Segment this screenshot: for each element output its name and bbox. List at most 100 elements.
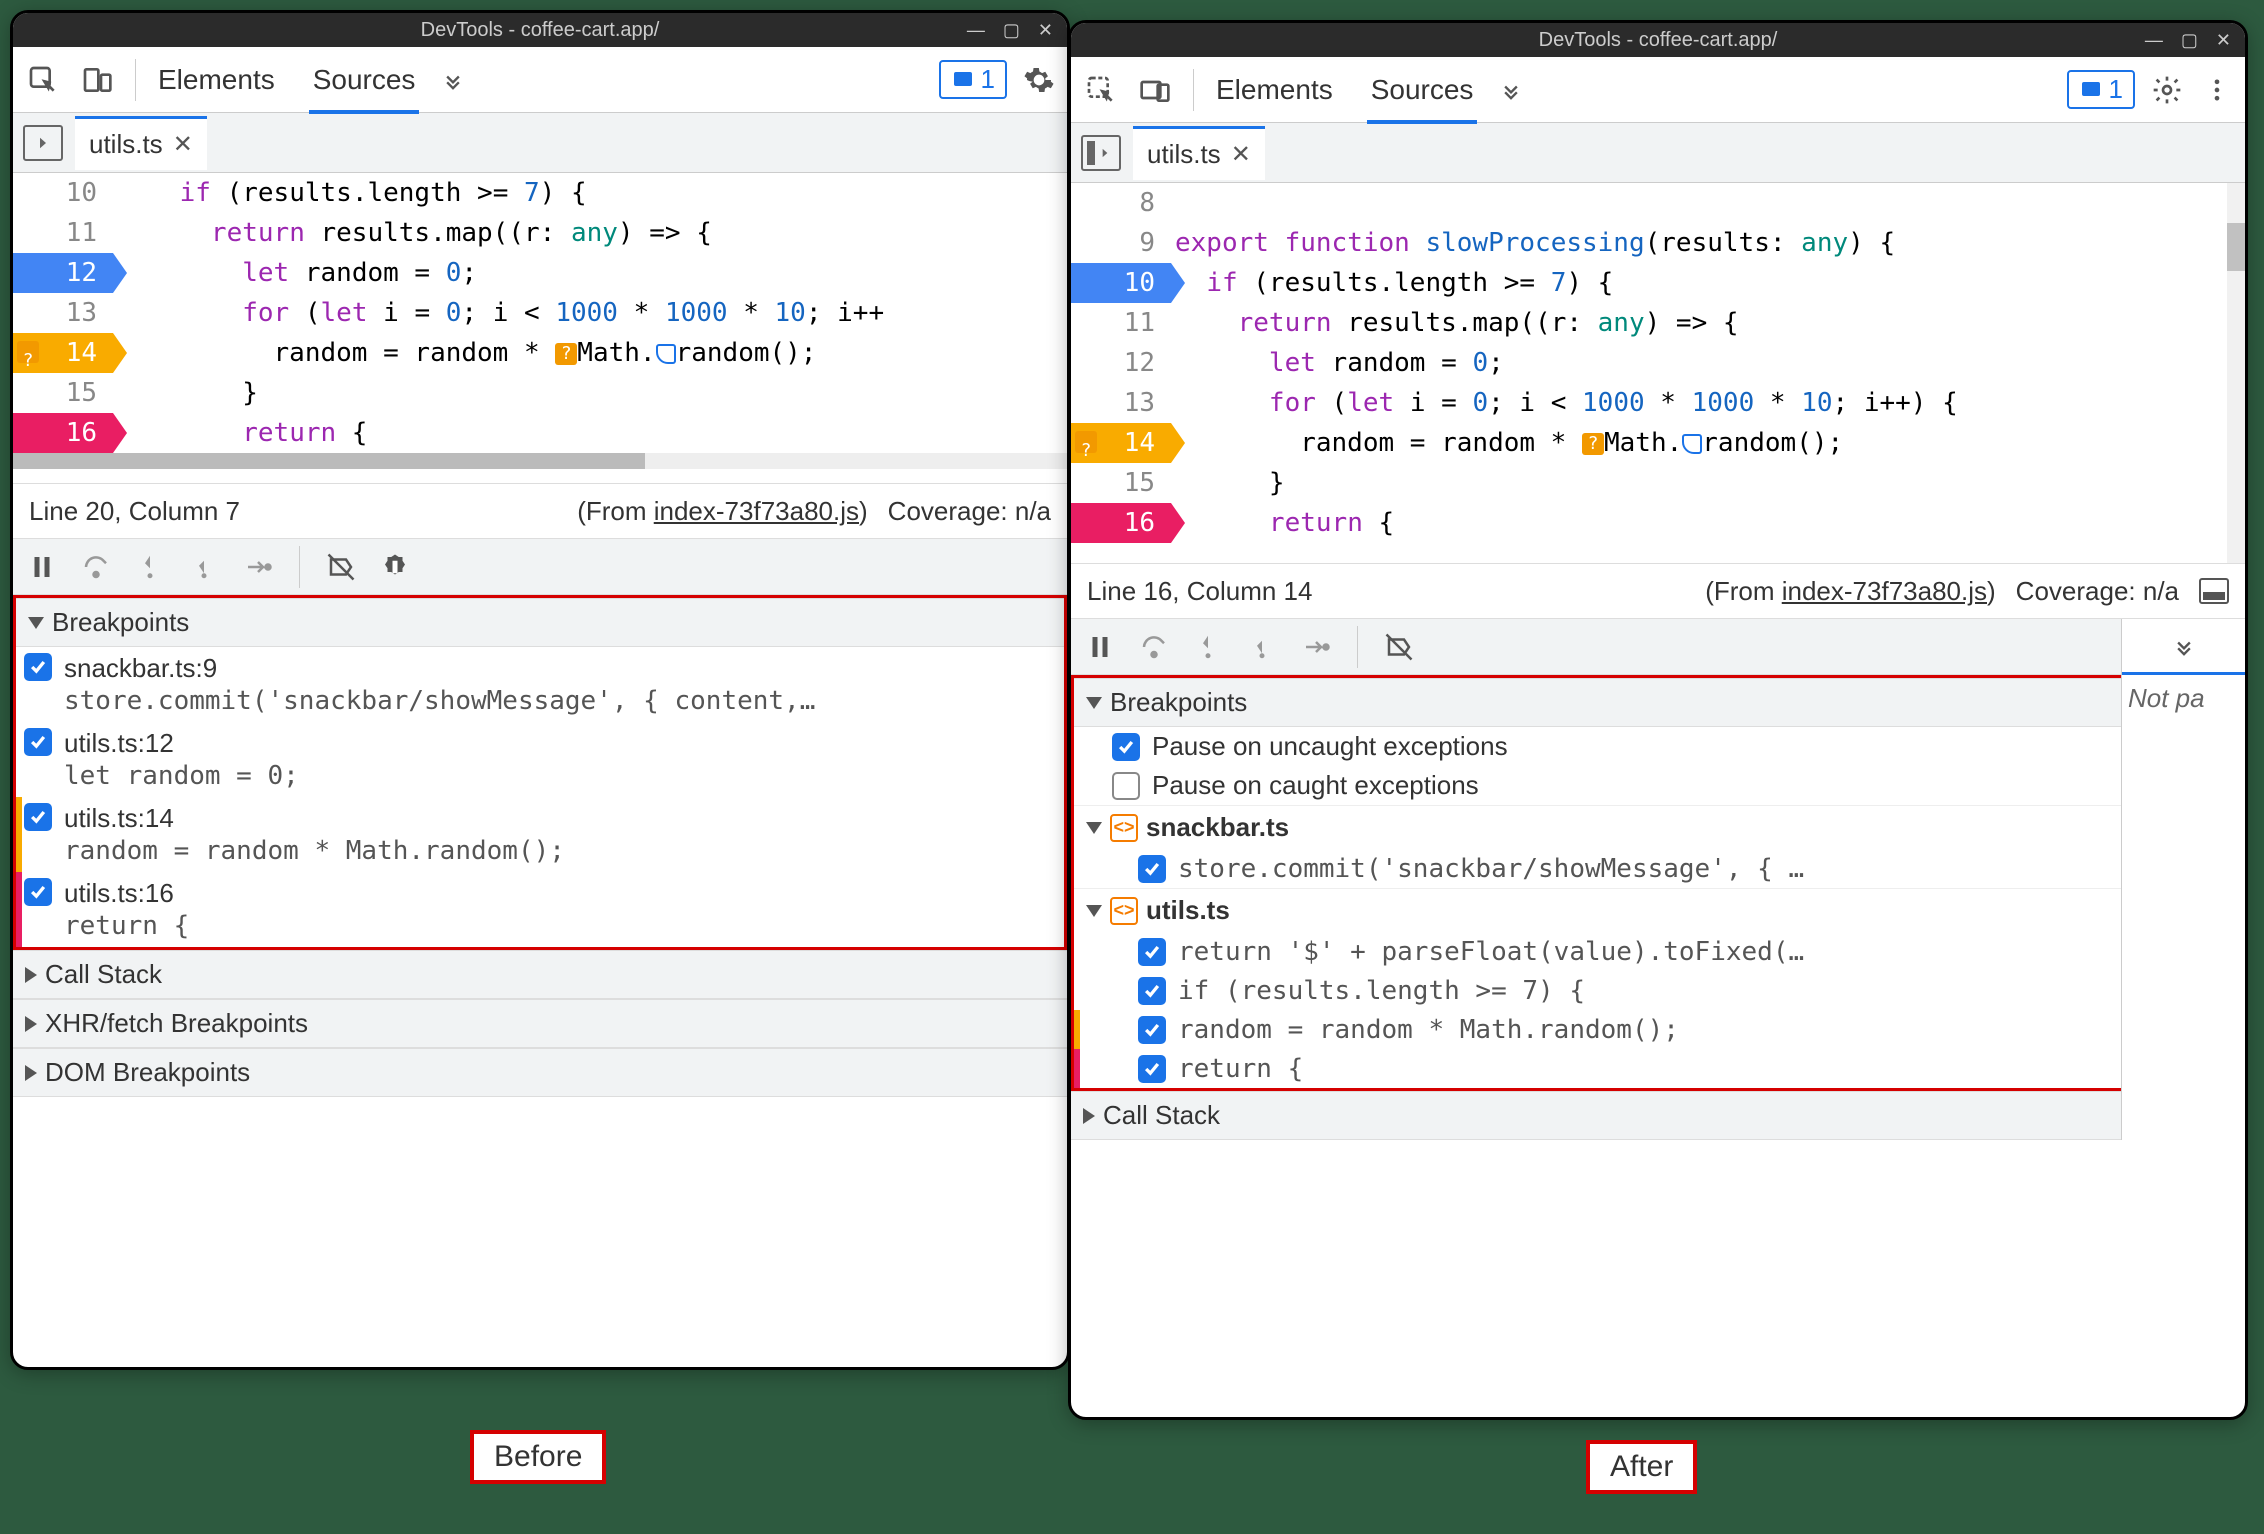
device-toggle-icon[interactable]: [1135, 70, 1175, 110]
group-filename: utils.ts: [1146, 895, 1230, 926]
vertical-scrollbar[interactable]: [2227, 183, 2245, 563]
gutter[interactable]: 13: [13, 293, 113, 333]
gutter[interactable]: 10: [13, 173, 113, 213]
breakpoint-group-header[interactable]: <> utils.ts: [1074, 888, 2242, 932]
checkbox[interactable]: [1112, 733, 1140, 761]
logpoint-gutter[interactable]: ‥16: [1071, 503, 1171, 543]
gutter[interactable]: 12: [1071, 343, 1171, 383]
pause-uncaught-option[interactable]: Pause on uncaught exceptions: [1074, 727, 2242, 766]
breakpoint-line[interactable]: return { 16: [1074, 1049, 2242, 1088]
deactivate-breakpoints-icon[interactable]: [1382, 630, 1416, 664]
gutter[interactable]: 13: [1071, 383, 1171, 423]
close-icon[interactable]: ✕: [1038, 20, 1053, 41]
more-menu-icon[interactable]: [2199, 72, 2235, 108]
gutter[interactable]: 11: [13, 213, 113, 253]
breakpoint-checkbox[interactable]: [1138, 977, 1166, 1005]
code-editor[interactable]: 8 9export function slowProcessing(result…: [1071, 183, 2245, 563]
inspect-icon[interactable]: [1081, 70, 1121, 110]
side-more-tabs-icon[interactable]: [2122, 619, 2245, 675]
pause-caught-option[interactable]: Pause on caught exceptions: [1074, 766, 2242, 805]
file-tab-utils[interactable]: utils.ts ✕: [1133, 126, 1265, 180]
logpoint-gutter[interactable]: ‥16: [13, 413, 113, 453]
dom-pane-header[interactable]: DOM Breakpoints: [13, 1048, 1067, 1097]
pause-icon[interactable]: [1083, 630, 1117, 664]
breakpoint-checkbox[interactable]: [1138, 1016, 1166, 1044]
horizontal-scrollbar[interactable]: [13, 453, 1067, 469]
tab-elements[interactable]: Elements: [154, 50, 279, 110]
divider: [1193, 69, 1194, 111]
step-icon[interactable]: [1299, 630, 1333, 664]
breakpoint-line[interactable]: random = random * Math.random(); 14: [1074, 1010, 2242, 1049]
more-tabs-icon[interactable]: [1491, 76, 1531, 104]
gutter[interactable]: 8: [1071, 183, 1171, 223]
debugger-toolbar: [1071, 619, 2245, 675]
breakpoint-checkbox[interactable]: [1138, 938, 1166, 966]
bottom-drawer-icon[interactable]: [2199, 578, 2229, 604]
tab-sources[interactable]: Sources: [309, 50, 420, 110]
breakpoint-checkbox[interactable]: [24, 803, 52, 831]
checkbox[interactable]: [1112, 772, 1140, 800]
step-over-icon[interactable]: [79, 550, 113, 584]
tab-sources[interactable]: Sources: [1367, 60, 1478, 120]
breakpoint-gutter[interactable]: 12: [13, 253, 113, 293]
close-tab-icon[interactable]: ✕: [173, 130, 193, 159]
minimize-icon[interactable]: —: [2145, 30, 2163, 51]
code-editor[interactable]: 10 if (results.length >= 7) { 11 return …: [13, 173, 1067, 483]
sourcemap-link[interactable]: index-73f73a80.js: [654, 496, 859, 526]
step-out-icon[interactable]: [187, 550, 221, 584]
conditional-breakpoint-gutter[interactable]: ?14: [13, 333, 113, 373]
maximize-icon[interactable]: ▢: [1003, 20, 1020, 41]
expand-icon: [1086, 697, 1102, 709]
gutter[interactable]: 15: [1071, 463, 1171, 503]
sourcemap-link[interactable]: index-73f73a80.js: [1782, 576, 1987, 606]
breakpoint-checkbox[interactable]: [24, 878, 52, 906]
gutter[interactable]: 9: [1071, 223, 1171, 263]
breakpoint-checkbox[interactable]: [24, 653, 52, 681]
breakpoint-gutter[interactable]: 10: [1071, 263, 1171, 303]
breakpoints-pane-header[interactable]: Breakpoints: [1074, 678, 2242, 727]
breakpoint-checkbox[interactable]: [1138, 1055, 1166, 1083]
breakpoint-item[interactable]: snackbar.ts:9 store.commit('snackbar/sho…: [16, 647, 1064, 722]
device-toggle-icon[interactable]: [77, 60, 117, 100]
cursor-position: Line 20, Column 7: [29, 496, 240, 527]
navigator-toggle-icon[interactable]: [1081, 135, 1121, 171]
inspect-icon[interactable]: [23, 60, 63, 100]
navigator-toggle-icon[interactable]: [23, 125, 63, 161]
file-tab-utils[interactable]: utils.ts ✕: [75, 116, 207, 170]
settings-icon[interactable]: [2149, 72, 2185, 108]
console-issues-badge[interactable]: 1: [939, 60, 1007, 99]
close-icon[interactable]: ✕: [2216, 30, 2231, 51]
xhr-pane-header[interactable]: XHR/fetch Breakpoints: [13, 999, 1067, 1048]
console-issues-badge[interactable]: 1: [2067, 70, 2135, 109]
callstack-pane-header[interactable]: Call Stack: [1071, 1091, 2245, 1140]
breakpoint-checkbox[interactable]: [24, 728, 52, 756]
minimize-icon[interactable]: —: [967, 20, 985, 41]
tab-elements[interactable]: Elements: [1212, 60, 1337, 120]
gutter[interactable]: 11: [1071, 303, 1171, 343]
gutter[interactable]: 15: [13, 373, 113, 413]
more-tabs-icon[interactable]: [433, 66, 473, 94]
pause-on-exceptions-icon[interactable]: [378, 550, 412, 584]
breakpoint-line[interactable]: if (results.length >= 7) { 10: [1074, 971, 2242, 1010]
close-tab-icon[interactable]: ✕: [1231, 140, 1251, 169]
step-into-icon[interactable]: [133, 550, 167, 584]
maximize-icon[interactable]: ▢: [2181, 30, 2198, 51]
breakpoint-checkbox[interactable]: [1138, 855, 1166, 883]
step-over-icon[interactable]: [1137, 630, 1171, 664]
deactivate-breakpoints-icon[interactable]: [324, 550, 358, 584]
breakpoints-pane-header[interactable]: Breakpoints: [16, 598, 1064, 647]
step-out-icon[interactable]: [1245, 630, 1279, 664]
callstack-pane-header[interactable]: Call Stack: [13, 950, 1067, 999]
breakpoint-item[interactable]: utils.ts:14 random = random * Math.rando…: [16, 797, 1064, 872]
step-icon[interactable]: [241, 550, 275, 584]
breakpoint-line[interactable]: return '$' + parseFloat(value).toFixed(……: [1074, 932, 2242, 971]
step-into-icon[interactable]: [1191, 630, 1225, 664]
settings-icon[interactable]: [1021, 62, 1057, 98]
divider: [135, 59, 136, 101]
breakpoint-line[interactable]: store.commit('snackbar/showMessage', { ……: [1074, 849, 2242, 888]
breakpoint-item[interactable]: utils.ts:12 let random = 0;: [16, 722, 1064, 797]
breakpoint-item[interactable]: utils.ts:16 return {: [16, 872, 1064, 947]
pause-icon[interactable]: [25, 550, 59, 584]
conditional-breakpoint-gutter[interactable]: ?14: [1071, 423, 1171, 463]
breakpoint-group-header[interactable]: <> snackbar.ts: [1074, 805, 2242, 849]
